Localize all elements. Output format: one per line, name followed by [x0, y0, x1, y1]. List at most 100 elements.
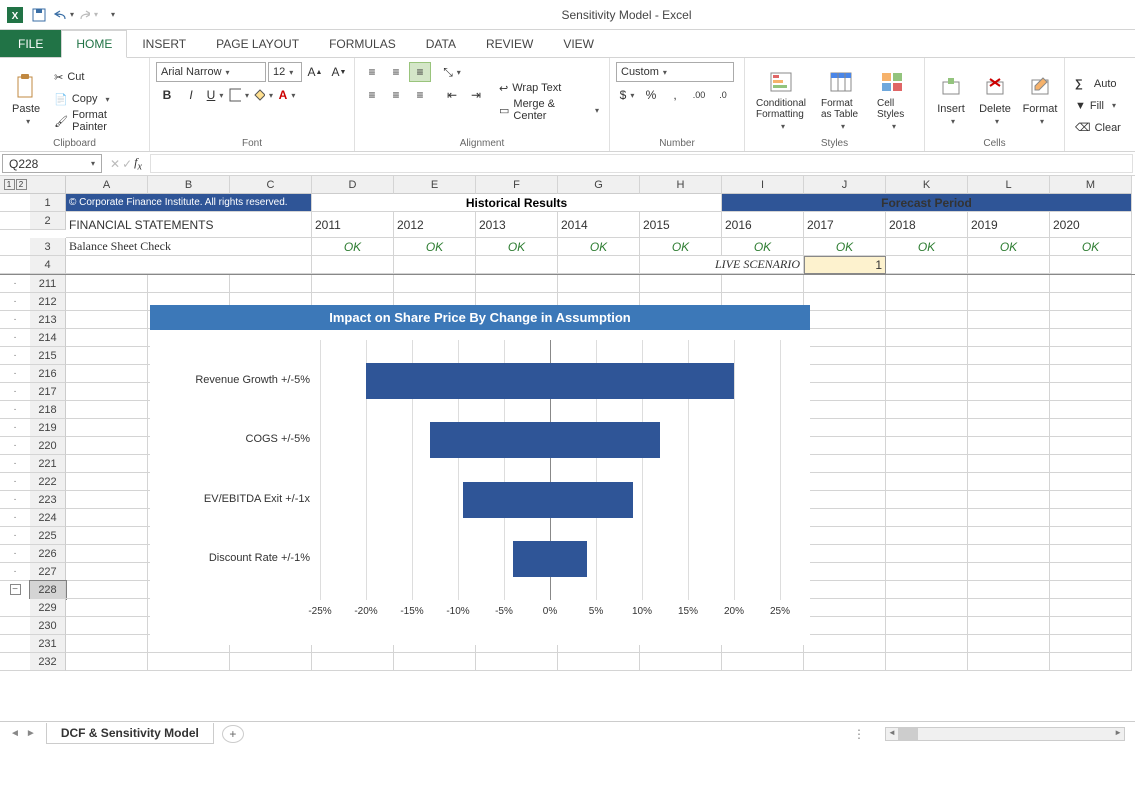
cell[interactable]	[1050, 419, 1132, 437]
cell[interactable]	[66, 311, 148, 329]
row-header-232[interactable]: 232	[30, 653, 66, 671]
align-top-button[interactable]: ≡	[361, 62, 383, 82]
cell[interactable]	[886, 383, 968, 401]
cell[interactable]	[148, 653, 230, 671]
row-header-222[interactable]: 222	[30, 473, 66, 491]
cell[interactable]	[968, 491, 1050, 509]
row-header-213[interactable]: 213	[30, 311, 66, 329]
cell[interactable]	[886, 509, 968, 527]
cell[interactable]	[148, 275, 230, 293]
cell[interactable]	[66, 329, 148, 347]
cell[interactable]	[1050, 383, 1132, 401]
row-header-215[interactable]: 215	[30, 347, 66, 365]
cut-button[interactable]: ✂Cut	[50, 67, 143, 87]
cell[interactable]	[1050, 545, 1132, 563]
cell[interactable]	[66, 437, 148, 455]
row-header-225[interactable]: 225	[30, 527, 66, 545]
col-header-C[interactable]: C	[230, 176, 312, 194]
cell[interactable]	[968, 275, 1050, 293]
row-header-217[interactable]: 217	[30, 383, 66, 401]
cell[interactable]	[1050, 527, 1132, 545]
cell[interactable]	[394, 653, 476, 671]
cell-year-2011[interactable]: 2011	[312, 212, 394, 238]
cell[interactable]	[886, 455, 968, 473]
cell[interactable]	[722, 653, 804, 671]
cell-year-2016[interactable]: 2016	[722, 212, 804, 238]
cell[interactable]	[968, 473, 1050, 491]
row-header-223[interactable]: 223	[30, 491, 66, 509]
cell[interactable]	[66, 275, 148, 293]
outline-level-2[interactable]: 2	[16, 179, 27, 190]
cell[interactable]	[886, 635, 968, 653]
cell[interactable]	[230, 653, 312, 671]
cell[interactable]	[804, 293, 886, 311]
row-header-216[interactable]: 216	[30, 365, 66, 383]
font-name-combo[interactable]: Arial Narrow▾	[156, 62, 266, 82]
outline-level-1[interactable]: 1	[4, 179, 15, 190]
row-header-218[interactable]: 218	[30, 401, 66, 419]
cell[interactable]	[1050, 347, 1132, 365]
tab-review[interactable]: REVIEW	[471, 30, 548, 57]
col-header-I[interactable]: I	[722, 176, 804, 194]
cell[interactable]	[66, 347, 148, 365]
cell[interactable]	[886, 617, 968, 635]
cell[interactable]	[968, 599, 1050, 617]
cell[interactable]	[66, 545, 148, 563]
cell[interactable]	[968, 653, 1050, 671]
row-header-224[interactable]: 224	[30, 509, 66, 527]
cell[interactable]	[886, 311, 968, 329]
col-header-H[interactable]: H	[640, 176, 722, 194]
outline-collapse-button[interactable]: −	[10, 584, 21, 595]
bold-button[interactable]: B	[156, 85, 178, 105]
cell[interactable]	[1050, 653, 1132, 671]
row-header-230[interactable]: 230	[30, 617, 66, 635]
cell-ok-2016[interactable]: OK	[722, 238, 804, 256]
cell-bs-check-label[interactable]: Balance Sheet Check	[66, 238, 312, 256]
col-header-F[interactable]: F	[476, 176, 558, 194]
cell-styles-button[interactable]: Cell Styles▾	[871, 62, 913, 136]
cell[interactable]	[66, 527, 148, 545]
cell-ok-2019[interactable]: OK	[968, 238, 1050, 256]
cell-scenario-value[interactable]: 1	[804, 256, 886, 274]
col-header-G[interactable]: G	[558, 176, 640, 194]
underline-button[interactable]: U▾	[204, 85, 226, 105]
cell[interactable]	[968, 347, 1050, 365]
cell[interactable]	[968, 437, 1050, 455]
paste-button[interactable]: Paste ▾	[6, 62, 46, 136]
orientation-button[interactable]: ⤡▾	[441, 62, 463, 82]
cell[interactable]	[476, 275, 558, 293]
cell-historical-header[interactable]: Historical Results	[312, 194, 722, 212]
cell[interactable]	[804, 275, 886, 293]
cell[interactable]	[804, 455, 886, 473]
horizontal-scrollbar[interactable]: ◄ ►	[885, 727, 1125, 741]
row-header-4[interactable]: 4	[30, 256, 66, 274]
cell[interactable]	[968, 293, 1050, 311]
conditional-formatting-button[interactable]: Conditional Formatting▾	[751, 62, 811, 136]
sheet-nav-next[interactable]: ►	[26, 728, 36, 739]
tab-data[interactable]: DATA	[411, 30, 471, 57]
cell[interactable]	[968, 383, 1050, 401]
select-all-corner[interactable]	[30, 176, 66, 194]
cell[interactable]	[804, 545, 886, 563]
col-header-M[interactable]: M	[1050, 176, 1132, 194]
decrease-indent-button[interactable]: ⇤	[441, 85, 463, 105]
cell[interactable]	[886, 347, 968, 365]
merge-center-button[interactable]: ▭Merge & Center▾	[495, 100, 603, 120]
row-header-219[interactable]: 219	[30, 419, 66, 437]
col-header-D[interactable]: D	[312, 176, 394, 194]
cell[interactable]	[886, 365, 968, 383]
cell[interactable]	[66, 365, 148, 383]
cell[interactable]	[886, 293, 968, 311]
cell[interactable]	[1050, 365, 1132, 383]
row-header-2[interactable]: 2	[30, 212, 66, 230]
font-color-button[interactable]: A▾	[276, 85, 298, 105]
cell[interactable]	[886, 581, 968, 599]
row-header-227[interactable]: 227	[30, 563, 66, 581]
cell[interactable]	[804, 401, 886, 419]
col-header-A[interactable]: A	[66, 176, 148, 194]
tab-view[interactable]: VIEW	[548, 30, 609, 57]
delete-cells-button[interactable]: Delete▾	[975, 62, 1015, 136]
enter-formula-button[interactable]: ✓	[122, 157, 132, 171]
cell[interactable]	[1050, 473, 1132, 491]
cell[interactable]	[968, 581, 1050, 599]
